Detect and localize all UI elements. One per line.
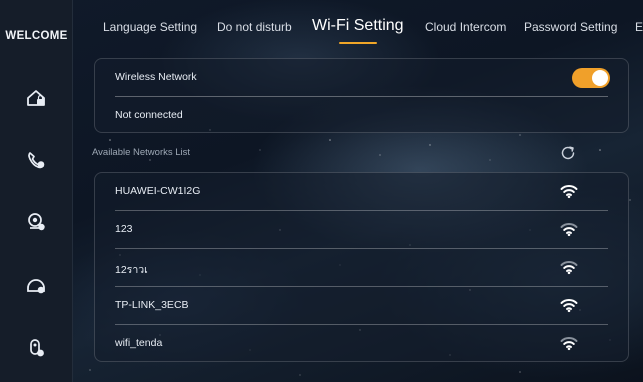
network-item[interactable]: 123 xyxy=(95,211,628,249)
home-lock-icon xyxy=(27,90,45,106)
sidebar-item-home-lock[interactable] xyxy=(22,84,50,112)
network-item[interactable]: 12ราวเ xyxy=(95,249,628,287)
network-name: TP-LINK_3ECB xyxy=(115,299,189,311)
wifi-signal-icon xyxy=(560,261,578,275)
tab-language-setting[interactable]: Language Setting xyxy=(103,20,197,34)
active-tab-indicator xyxy=(339,42,377,44)
panel-divider xyxy=(115,96,608,97)
tab-password-setting[interactable]: Password Setting xyxy=(524,20,617,34)
sidebar: WELCOME xyxy=(0,0,73,382)
wireless-network-toggle[interactable] xyxy=(572,68,610,88)
phone-call-icon xyxy=(28,152,45,169)
network-item[interactable]: HUAWEI-CW1I2G xyxy=(95,173,628,211)
network-name: 12ราวเ xyxy=(115,264,148,276)
brand-title: WELCOME xyxy=(5,30,68,42)
wifi-signal-icon xyxy=(560,185,578,199)
available-networks-label: Available Networks List xyxy=(92,147,191,158)
tab-wifi-setting[interactable]: Wi-Fi Setting xyxy=(312,17,404,35)
wifi-signal-icon xyxy=(560,223,578,237)
intercom-edit-icon xyxy=(27,279,45,294)
tab-do-not-disturb[interactable]: Do not disturb xyxy=(217,20,292,34)
sidebar-item-camera-settings[interactable] xyxy=(22,208,50,236)
user-settings-icon xyxy=(30,339,44,357)
wireless-network-panel: Wireless Network Not connected xyxy=(94,58,629,133)
screen: WELCOME Language Setting Do not disturb … xyxy=(0,0,643,382)
network-list-panel: HUAWEI-CW1I2G 123 12ราวเ TP-LINK_3ECB wi… xyxy=(94,172,629,362)
network-name: 123 xyxy=(115,223,133,235)
network-item[interactable]: TP-LINK_3ECB xyxy=(95,287,628,325)
refresh-icon[interactable] xyxy=(559,144,577,162)
tab-more[interactable]: E xyxy=(635,20,643,34)
wireless-network-label: Wireless Network xyxy=(115,71,197,83)
sidebar-item-user-settings[interactable] xyxy=(22,334,50,362)
network-name: wifi_tenda xyxy=(115,337,163,349)
connection-status: Not connected xyxy=(115,109,183,121)
tab-cloud-intercom[interactable]: Cloud Intercom xyxy=(425,20,506,34)
sidebar-item-phone-call[interactable] xyxy=(22,146,50,174)
tab-bar: Language Setting Do not disturb Wi-Fi Se… xyxy=(73,0,643,50)
network-name: HUAWEI-CW1I2G xyxy=(115,185,201,197)
wifi-signal-icon xyxy=(560,337,578,351)
toggle-knob xyxy=(592,70,608,86)
sidebar-item-intercom-edit[interactable] xyxy=(22,271,50,299)
camera-settings-icon xyxy=(28,213,45,231)
network-item[interactable]: wifi_tenda xyxy=(95,325,628,363)
wifi-signal-icon xyxy=(560,299,578,313)
